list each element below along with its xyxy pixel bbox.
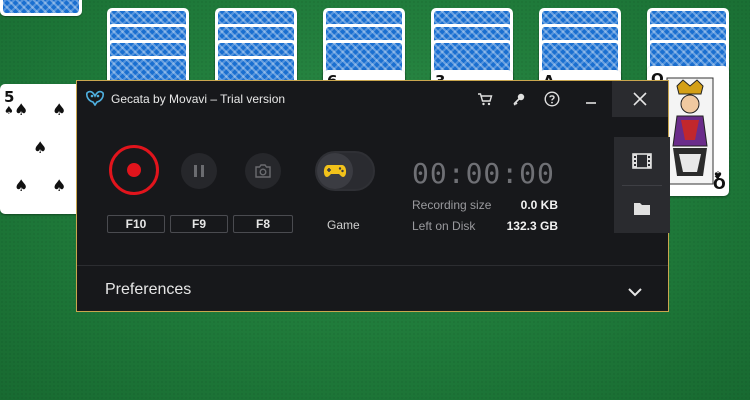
close-icon <box>633 92 647 106</box>
game-mode-knob <box>317 153 353 189</box>
left-on-disk-label: Left on Disk <box>412 219 476 233</box>
key-icon[interactable] <box>509 89 529 109</box>
gamepad-icon <box>323 165 347 177</box>
gecata-window: Gecata by Movavi – Trial version F10 F9 … <box>76 80 670 312</box>
pause-button[interactable] <box>181 153 217 189</box>
queen-portrait-icon <box>666 77 714 185</box>
recording-timer: 00:00:00 <box>412 157 555 190</box>
video-library-button[interactable] <box>614 137 670 185</box>
title-bar[interactable]: Gecata by Movavi – Trial version <box>77 81 668 117</box>
close-button[interactable] <box>612 81 668 117</box>
preferences-expand-button[interactable] <box>626 283 644 301</box>
record-dot-icon <box>127 163 141 177</box>
record-button[interactable] <box>109 145 159 195</box>
recording-size-value: 0.0 KB <box>520 198 558 212</box>
preferences-divider <box>77 265 668 266</box>
chevron-down-icon <box>628 288 642 297</box>
pause-hotkey[interactable]: F9 <box>170 215 228 233</box>
game-mode-label: Game <box>327 218 360 232</box>
video-library-icon <box>632 153 652 169</box>
side-panel <box>614 137 670 233</box>
app-logo-icon <box>86 90 104 106</box>
open-folder-button[interactable] <box>614 185 670 233</box>
help-icon[interactable] <box>542 89 562 109</box>
game-mode-toggle[interactable] <box>315 151 375 191</box>
camera-icon <box>255 164 271 178</box>
recording-size-label: Recording size <box>412 198 492 212</box>
left-on-disk-value: 132.3 GB <box>506 219 558 233</box>
cart-icon[interactable] <box>475 89 495 109</box>
pause-icon <box>194 165 204 177</box>
window-title: Gecata by Movavi – Trial version <box>111 92 286 106</box>
preferences-label[interactable]: Preferences <box>105 281 191 299</box>
record-hotkey[interactable]: F10 <box>107 215 165 233</box>
minimize-icon[interactable] <box>581 89 601 109</box>
folder-icon <box>634 203 650 215</box>
screenshot-hotkey[interactable]: F8 <box>233 215 293 233</box>
card-five-spades[interactable]: 5 ♠ ♠ ♠ ♠ ♠ ♠ <box>0 84 82 214</box>
screenshot-button[interactable] <box>245 153 281 189</box>
